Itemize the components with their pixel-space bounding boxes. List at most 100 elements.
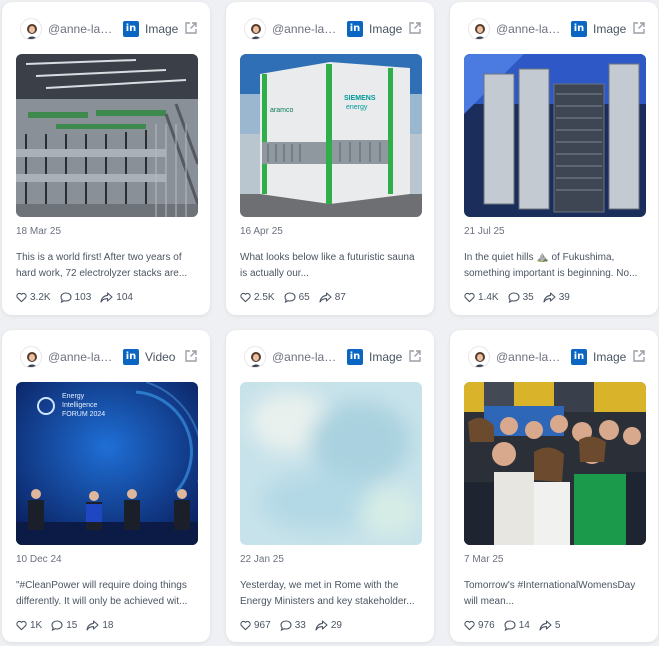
post-text[interactable]: Yesterday, we met in Rome with the Energ… bbox=[240, 578, 420, 610]
post-image[interactable] bbox=[240, 382, 422, 545]
card-header: @anne-laure... in Image bbox=[450, 2, 658, 50]
post-card[interactable]: @anne-laure... in Image 7 Mar 25 Tomorro… bbox=[450, 330, 658, 642]
likes-count: 1.4K bbox=[478, 291, 499, 303]
comments-stat: 35 bbox=[508, 292, 534, 303]
author-handle[interactable]: @anne-laure... bbox=[48, 350, 114, 364]
author-handle[interactable]: @anne-laure... bbox=[272, 22, 338, 36]
post-image[interactable]: aramco SIEMENS energy bbox=[240, 54, 422, 217]
card-header: @anne-laure... in Image bbox=[2, 2, 210, 50]
post-date: 18 Mar 25 bbox=[16, 226, 62, 237]
shares-stat: 39 bbox=[543, 292, 570, 303]
svg-text:FORUM 2024: FORUM 2024 bbox=[62, 411, 105, 418]
post-type-label: Image bbox=[593, 22, 627, 36]
post-stats: 1.4K 35 39 bbox=[464, 290, 579, 304]
post-date: 22 Jan 25 bbox=[240, 554, 284, 565]
external-link-icon[interactable] bbox=[184, 349, 198, 363]
external-link-icon[interactable] bbox=[408, 21, 422, 35]
share-icon bbox=[315, 619, 328, 631]
post-card[interactable]: @anne-laure... in Image 22 Jan 25 Yester… bbox=[226, 330, 434, 642]
post-stats: 2.5K 65 87 bbox=[240, 290, 355, 304]
post-text[interactable]: "#CleanPower will require doing things d… bbox=[16, 578, 196, 610]
svg-text:Energy: Energy bbox=[62, 393, 85, 400]
likes-count: 2.5K bbox=[254, 291, 275, 303]
share-icon bbox=[86, 619, 99, 631]
svg-text:energy: energy bbox=[346, 104, 368, 111]
share-icon bbox=[543, 291, 556, 303]
likes-count: 967 bbox=[254, 619, 271, 631]
card-header: @anne-laure... in Image bbox=[226, 2, 434, 50]
post-date: 16 Apr 25 bbox=[240, 226, 283, 237]
shares-count: 29 bbox=[330, 619, 342, 631]
shares-stat: 29 bbox=[315, 620, 342, 631]
post-type-label: Image bbox=[145, 22, 179, 36]
post-text[interactable]: What looks below like a futuristic sauna… bbox=[240, 250, 420, 282]
shares-stat: 5 bbox=[539, 619, 560, 631]
comment-icon bbox=[51, 619, 63, 631]
author-handle[interactable]: @anne-laure... bbox=[48, 22, 114, 36]
shares-stat: 104 bbox=[100, 292, 133, 303]
shares-stat: 18 bbox=[86, 620, 113, 631]
post-type-label: Image bbox=[593, 350, 627, 364]
likes-stat: 3.2K bbox=[16, 292, 51, 303]
linkedin-icon[interactable]: in bbox=[571, 349, 587, 365]
svg-text:aramco: aramco bbox=[270, 107, 293, 114]
likes-count: 1K bbox=[30, 619, 43, 631]
linkedin-icon[interactable]: in bbox=[347, 349, 363, 365]
linkedin-icon[interactable]: in bbox=[571, 21, 587, 37]
post-text[interactable]: Tomorrow's #InternationalWomensDay will … bbox=[464, 578, 644, 610]
post-card[interactable]: @anne-laure... in Image 21 Jul 25 In the… bbox=[450, 2, 658, 315]
comment-icon bbox=[280, 619, 292, 631]
post-stats: 3.2K 103 104 bbox=[16, 290, 142, 304]
share-icon bbox=[100, 291, 113, 303]
post-image[interactable] bbox=[464, 54, 646, 217]
post-text[interactable]: This is a world first! After two years o… bbox=[16, 250, 196, 282]
share-icon bbox=[539, 619, 552, 631]
heart-icon bbox=[16, 292, 27, 302]
external-link-icon[interactable] bbox=[632, 349, 646, 363]
post-card[interactable]: @anne-laure... in Image 18 Mar 25 This bbox=[2, 2, 210, 315]
author-handle[interactable]: @anne-laure... bbox=[272, 350, 338, 364]
linkedin-icon[interactable]: in bbox=[123, 349, 139, 365]
external-link-icon[interactable] bbox=[184, 21, 198, 35]
shares-count: 39 bbox=[558, 291, 570, 303]
external-link-icon[interactable] bbox=[408, 349, 422, 363]
author-handle[interactable]: @anne-laure... bbox=[496, 350, 562, 364]
post-type-label: Image bbox=[369, 350, 403, 364]
post-image[interactable] bbox=[16, 54, 198, 217]
likes-stat: 1K bbox=[16, 620, 42, 631]
comment-icon bbox=[284, 291, 296, 303]
shares-stat: 87 bbox=[319, 292, 346, 303]
external-link-icon[interactable] bbox=[632, 21, 646, 35]
author-handle[interactable]: @anne-laure... bbox=[496, 22, 562, 36]
post-card[interactable]: @anne-laure... in Video Energy Intellige… bbox=[2, 330, 210, 642]
comments-count: 15 bbox=[66, 619, 78, 631]
comments-count: 35 bbox=[522, 291, 534, 303]
heart-icon bbox=[16, 620, 27, 630]
comments-count: 14 bbox=[518, 619, 530, 631]
comments-stat: 15 bbox=[51, 620, 77, 631]
likes-stat: 976 bbox=[464, 620, 495, 631]
post-type-label: Video bbox=[145, 350, 176, 364]
post-type-label: Image bbox=[369, 22, 403, 36]
comment-icon bbox=[60, 291, 72, 303]
svg-text:SIEMENS: SIEMENS bbox=[344, 95, 376, 102]
svg-text:Intelligence: Intelligence bbox=[62, 402, 98, 409]
avatar bbox=[244, 18, 266, 40]
linkedin-icon[interactable]: in bbox=[123, 21, 139, 37]
post-card[interactable]: @anne-laure... in Image aramco SIEMENS e… bbox=[226, 2, 434, 315]
card-header: @anne-laure... in Image bbox=[226, 330, 434, 378]
likes-stat: 967 bbox=[240, 620, 271, 631]
comment-icon bbox=[504, 619, 516, 631]
post-date: 10 Dec 24 bbox=[16, 554, 62, 565]
comments-count: 33 bbox=[294, 619, 306, 631]
comments-count: 65 bbox=[298, 291, 310, 303]
post-image[interactable]: Energy Intelligence FORUM 2024 bbox=[16, 382, 198, 545]
post-date: 7 Mar 25 bbox=[464, 554, 504, 565]
linkedin-icon[interactable]: in bbox=[347, 21, 363, 37]
heart-icon bbox=[240, 292, 251, 302]
post-image[interactable] bbox=[464, 382, 646, 545]
comments-count: 103 bbox=[74, 291, 92, 303]
shares-count: 104 bbox=[116, 291, 133, 303]
likes-count: 976 bbox=[478, 619, 495, 631]
post-text[interactable]: In the quiet hills ⛰️ of Fukushima, some… bbox=[464, 250, 644, 282]
